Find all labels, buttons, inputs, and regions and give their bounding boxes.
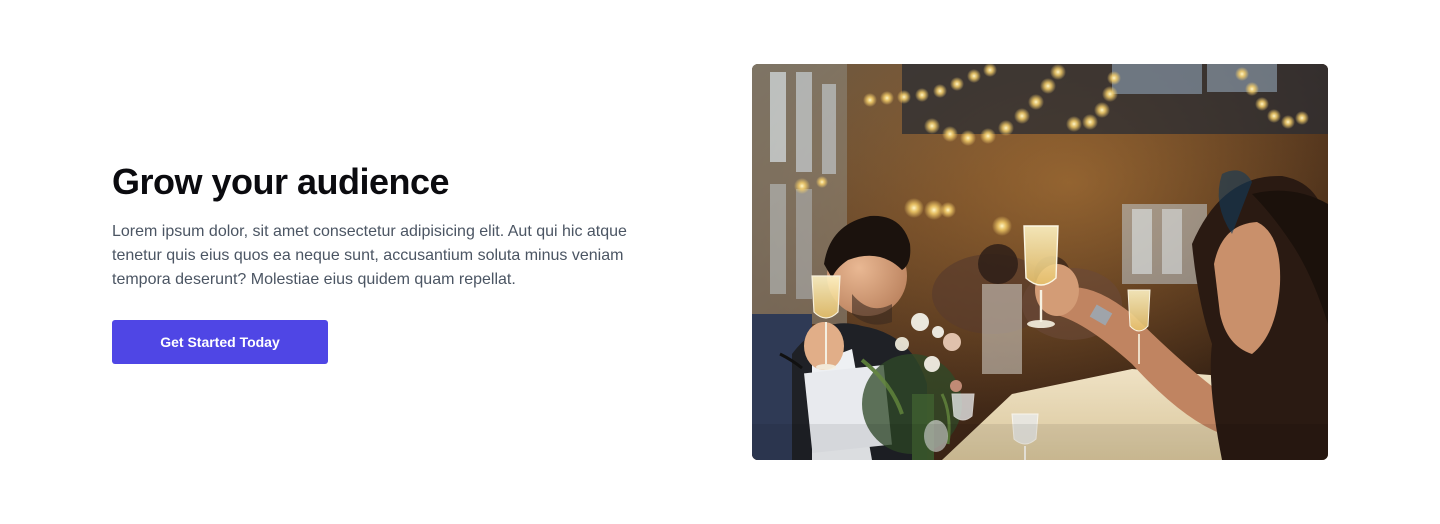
get-started-button[interactable]: Get Started Today bbox=[112, 320, 328, 364]
hero-text-column: Grow your audience Lorem ipsum dolor, si… bbox=[112, 160, 672, 292]
hero-image bbox=[752, 64, 1328, 460]
celebration-photo bbox=[752, 64, 1328, 460]
hero-description: Lorem ipsum dolor, sit amet consectetur … bbox=[112, 223, 627, 288]
hero-section: Grow your audience Lorem ipsum dolor, si… bbox=[0, 0, 1440, 524]
hero-headline: Grow your audience bbox=[112, 161, 450, 202]
